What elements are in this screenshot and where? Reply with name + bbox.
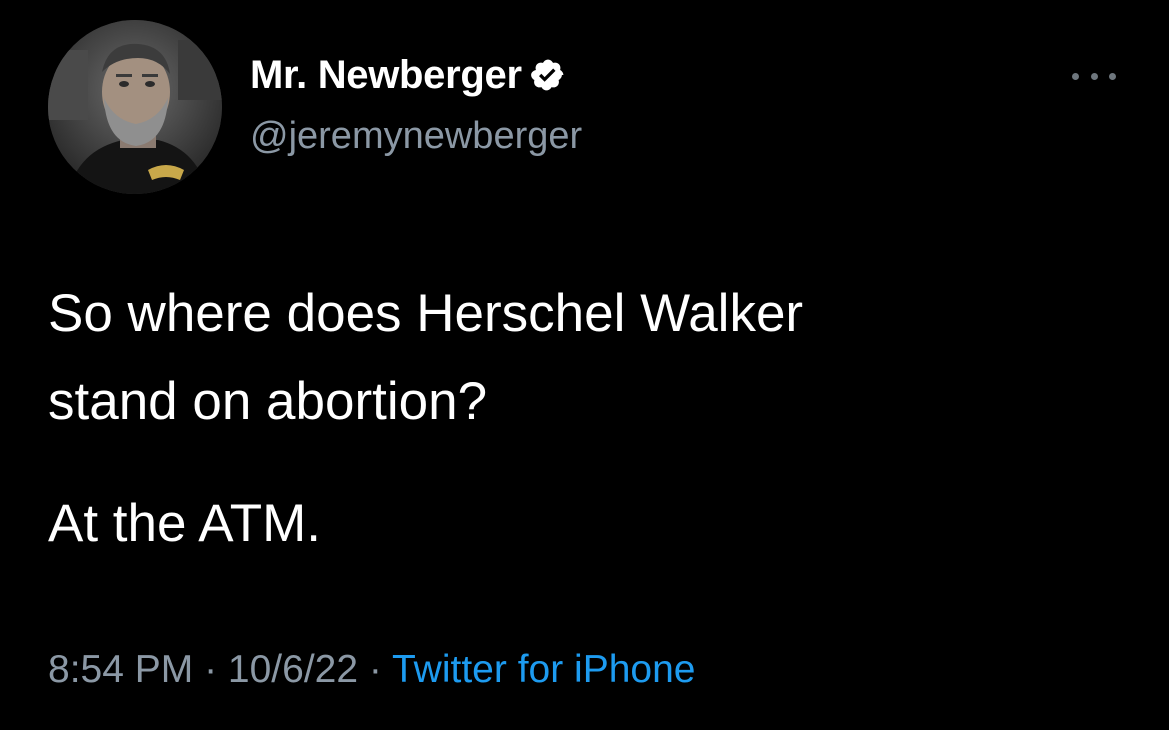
more-dot <box>1109 72 1116 80</box>
tweet-time[interactable]: 8:54 PM <box>48 648 193 691</box>
meta-separator: · <box>358 648 393 691</box>
tweet-source-link[interactable]: Twitter for iPhone <box>392 648 695 691</box>
more-dot <box>1090 72 1098 80</box>
more-options-icon[interactable] <box>1072 68 1116 84</box>
avatar[interactable] <box>48 20 222 194</box>
avatar-photo <box>48 20 222 194</box>
more-dot <box>1072 72 1079 80</box>
tweet-text-line: So where does Herschel Walker <box>48 284 804 343</box>
tweet-date[interactable]: 10/6/22 <box>228 648 358 691</box>
display-name[interactable]: Mr. Newberger <box>250 53 522 98</box>
tweet-text-line: stand on abortion? <box>48 372 488 431</box>
meta-separator: · <box>193 648 228 691</box>
tweet-metadata: 8:54 PM · 10/6/22 · Twitter for iPhone <box>48 648 695 692</box>
user-handle[interactable]: @jeremynewberger <box>250 115 582 158</box>
verified-badge-icon <box>530 57 566 93</box>
tweet-text-line: At the ATM. <box>48 494 321 553</box>
author-name-row[interactable]: Mr. Newberger <box>250 50 566 100</box>
tweet-card: Mr. Newberger @jeremynewberger So where … <box>0 0 1169 730</box>
